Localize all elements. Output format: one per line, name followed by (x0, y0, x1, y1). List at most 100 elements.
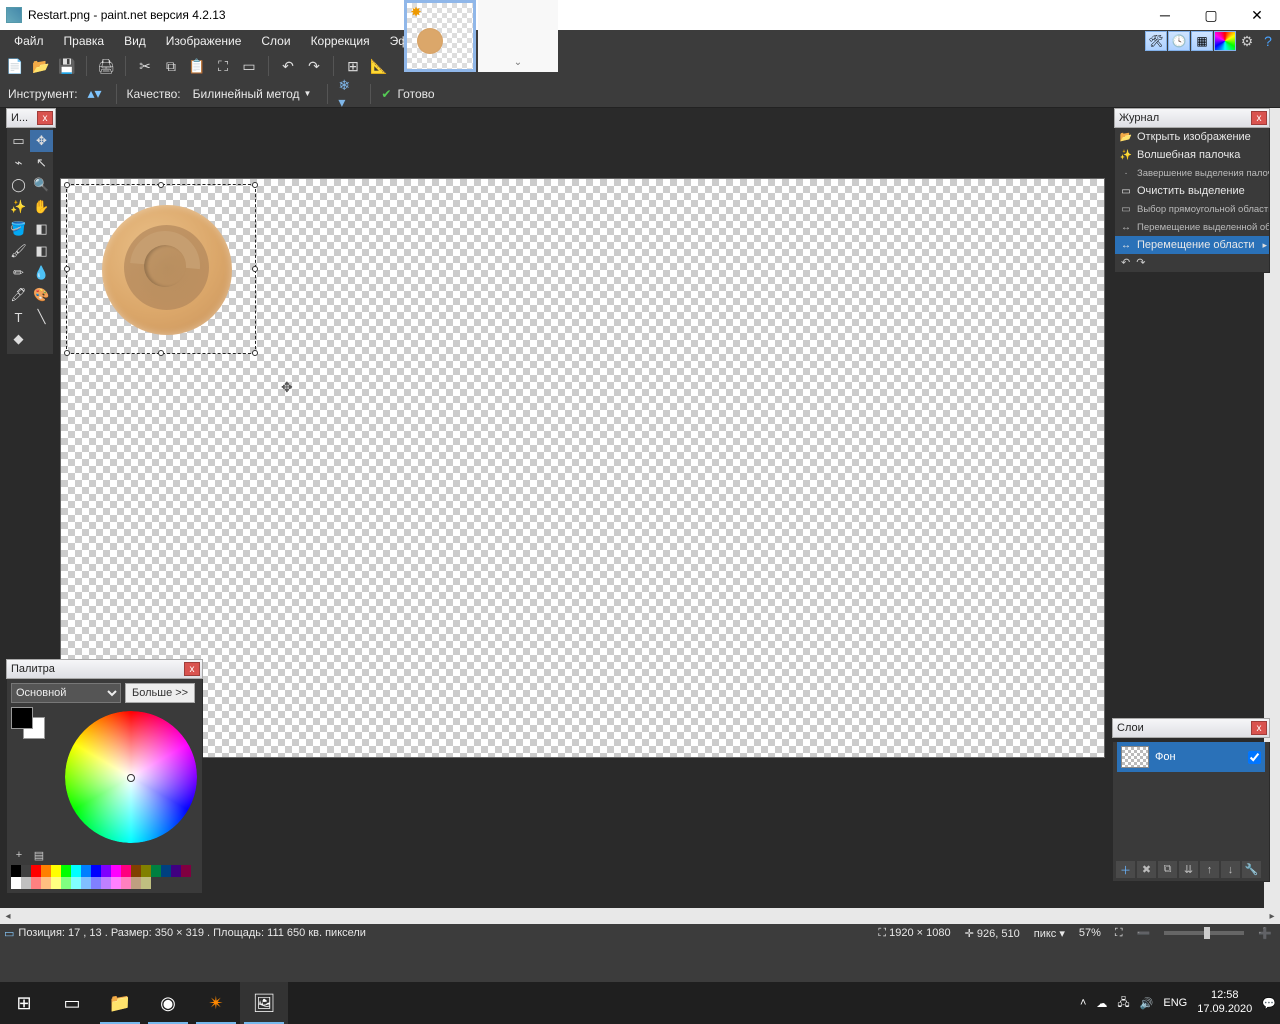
history-item[interactable]: ↔Перемещение выделенной области (1115, 218, 1269, 236)
color-swatches[interactable] (11, 707, 49, 739)
menu-adjustments[interactable]: Коррекция (301, 31, 380, 51)
copy-button[interactable]: ⧉ (160, 55, 182, 77)
tool-magic-wand[interactable]: ✨ (7, 196, 30, 218)
scroll-right-button[interactable]: ▸ (1264, 908, 1280, 924)
deselect-button[interactable]: ▭ (238, 55, 260, 77)
history-panel-header[interactable]: Журнал x (1114, 108, 1270, 128)
help-icon[interactable]: ? (1258, 31, 1278, 51)
palette-swatch[interactable] (11, 877, 21, 889)
new-button[interactable]: 📄 (4, 55, 26, 77)
save-button[interactable]: 💾 (56, 55, 78, 77)
tools-panel-header[interactable]: И... x (6, 108, 56, 128)
more-button[interactable]: Больше >> (125, 683, 195, 703)
add-layer-button[interactable]: ＋ (1116, 861, 1135, 878)
resize-handle[interactable] (252, 266, 258, 272)
move-up-button[interactable]: ↑ (1200, 861, 1219, 878)
palette-swatch[interactable] (71, 865, 81, 877)
palette-swatches[interactable] (11, 865, 198, 889)
tool-text[interactable]: T (7, 306, 30, 328)
palette-swatch[interactable] (171, 865, 181, 877)
tool-line[interactable]: ╲ (30, 306, 53, 328)
notifications-icon[interactable]: 💬 (1262, 997, 1276, 1010)
selection-rectangle[interactable] (66, 184, 256, 354)
tool-pencil[interactable]: ✏ (7, 262, 30, 284)
resize-handle[interactable] (158, 350, 164, 356)
zoom-in-button[interactable]: ➕ (1258, 927, 1272, 940)
layer-visibility-checkbox[interactable] (1248, 751, 1261, 764)
resize-handle[interactable] (64, 266, 70, 272)
resize-handle[interactable] (252, 182, 258, 188)
tool-move[interactable]: ↖ (30, 152, 53, 174)
zoom-fit-button[interactable]: ⛶ (1115, 927, 1123, 940)
layers-window-toggle[interactable]: ▦ (1191, 31, 1213, 51)
colors-panel-header[interactable]: Палитра x (6, 659, 203, 679)
language-indicator[interactable]: ENG (1163, 997, 1187, 1009)
menu-edit[interactable]: Правка (54, 31, 115, 51)
undo-icon[interactable]: ↶ (1121, 256, 1130, 270)
palette-swatch[interactable] (121, 877, 131, 889)
cloud-icon[interactable]: ☁ (1096, 997, 1107, 1010)
palette-swatch[interactable] (91, 877, 101, 889)
thumbnail-dropdown[interactable]: ⌄ (478, 0, 558, 72)
palette-swatch[interactable] (111, 877, 121, 889)
resize-handle[interactable] (64, 182, 70, 188)
palette-swatch[interactable] (51, 877, 61, 889)
layer-item[interactable]: Фон (1117, 742, 1265, 772)
palette-swatch[interactable] (21, 877, 31, 889)
grid-button[interactable]: ⊞ (342, 55, 364, 77)
close-icon[interactable]: x (184, 662, 200, 676)
history-item[interactable]: ✨Волшебная палочка (1115, 146, 1269, 164)
palette-swatch[interactable] (141, 877, 151, 889)
document-thumbnail-tab[interactable]: ✸ (404, 0, 476, 72)
palette-swatch[interactable] (31, 865, 41, 877)
tool-rect-select[interactable]: ▭ (7, 130, 30, 152)
colors-window-toggle[interactable] (1214, 31, 1236, 51)
tool-eraser[interactable]: ◧ (30, 240, 53, 262)
maximize-button[interactable]: ▢ (1188, 0, 1234, 30)
tool-lasso[interactable]: ⌁ (7, 152, 30, 174)
palette-swatch[interactable] (101, 865, 111, 877)
tool-move-selection[interactable]: ✥ (30, 130, 53, 152)
history-item[interactable]: ↔Перемещение области (1115, 236, 1269, 254)
paste-button[interactable]: 📋 (186, 55, 208, 77)
paintnet-taskbar-icon[interactable]: 🖼 (240, 982, 288, 1024)
redo-button[interactable]: ↷ (303, 55, 325, 77)
tool-pan[interactable]: ✋ (30, 196, 53, 218)
add-color-icon[interactable]: + (11, 847, 27, 863)
palette-swatch[interactable] (81, 877, 91, 889)
layer-properties-button[interactable]: 🔧 (1242, 861, 1261, 878)
palette-swatch[interactable] (41, 865, 51, 877)
palette-swatch[interactable] (61, 865, 71, 877)
merge-layer-button[interactable]: ⇊ (1179, 861, 1198, 878)
tray-up-icon[interactable]: ˄ (1080, 997, 1086, 1009)
close-icon[interactable]: x (37, 111, 53, 125)
tool-fill[interactable]: 🪣 (7, 218, 30, 240)
zoom-slider[interactable] (1164, 931, 1244, 935)
palette-swatch[interactable] (81, 865, 91, 877)
history-item[interactable]: ▭Выбор прямоугольной области (1115, 200, 1269, 218)
palette-swatch[interactable] (111, 865, 121, 877)
explorer-taskbar-icon[interactable]: 📁 (96, 982, 144, 1024)
quality-dropdown[interactable]: Билинейный метод ▼ (187, 85, 318, 103)
history-item[interactable]: ▭Очистить выделение (1115, 182, 1269, 200)
redo-icon[interactable]: ↷ (1136, 256, 1145, 270)
canvas[interactable]: ✥ (60, 178, 1105, 758)
zoom-value[interactable]: 57% (1079, 927, 1101, 939)
settings-icon[interactable]: ⚙ (1237, 31, 1257, 51)
history-item[interactable]: 📂Открыть изображение (1115, 128, 1269, 146)
color-mode-select[interactable]: Основной (11, 683, 121, 703)
palette-swatch[interactable] (131, 865, 141, 877)
resize-handle[interactable] (252, 350, 258, 356)
palette-swatch[interactable] (11, 865, 21, 877)
palette-swatch[interactable] (91, 865, 101, 877)
tool-ellipse-select[interactable]: ◯ (7, 174, 30, 196)
scroll-left-button[interactable]: ◂ (0, 908, 16, 924)
menu-image[interactable]: Изображение (156, 31, 252, 51)
palette-menu-icon[interactable]: ▤ (31, 847, 47, 863)
resize-handle[interactable] (158, 182, 164, 188)
palette-swatch[interactable] (31, 877, 41, 889)
menu-layers[interactable]: Слои (251, 31, 300, 51)
tool-zoom[interactable]: 🔍 (30, 174, 53, 196)
palette-swatch[interactable] (161, 865, 171, 877)
history-item[interactable]: ·Завершение выделения палочкой (1115, 164, 1269, 182)
